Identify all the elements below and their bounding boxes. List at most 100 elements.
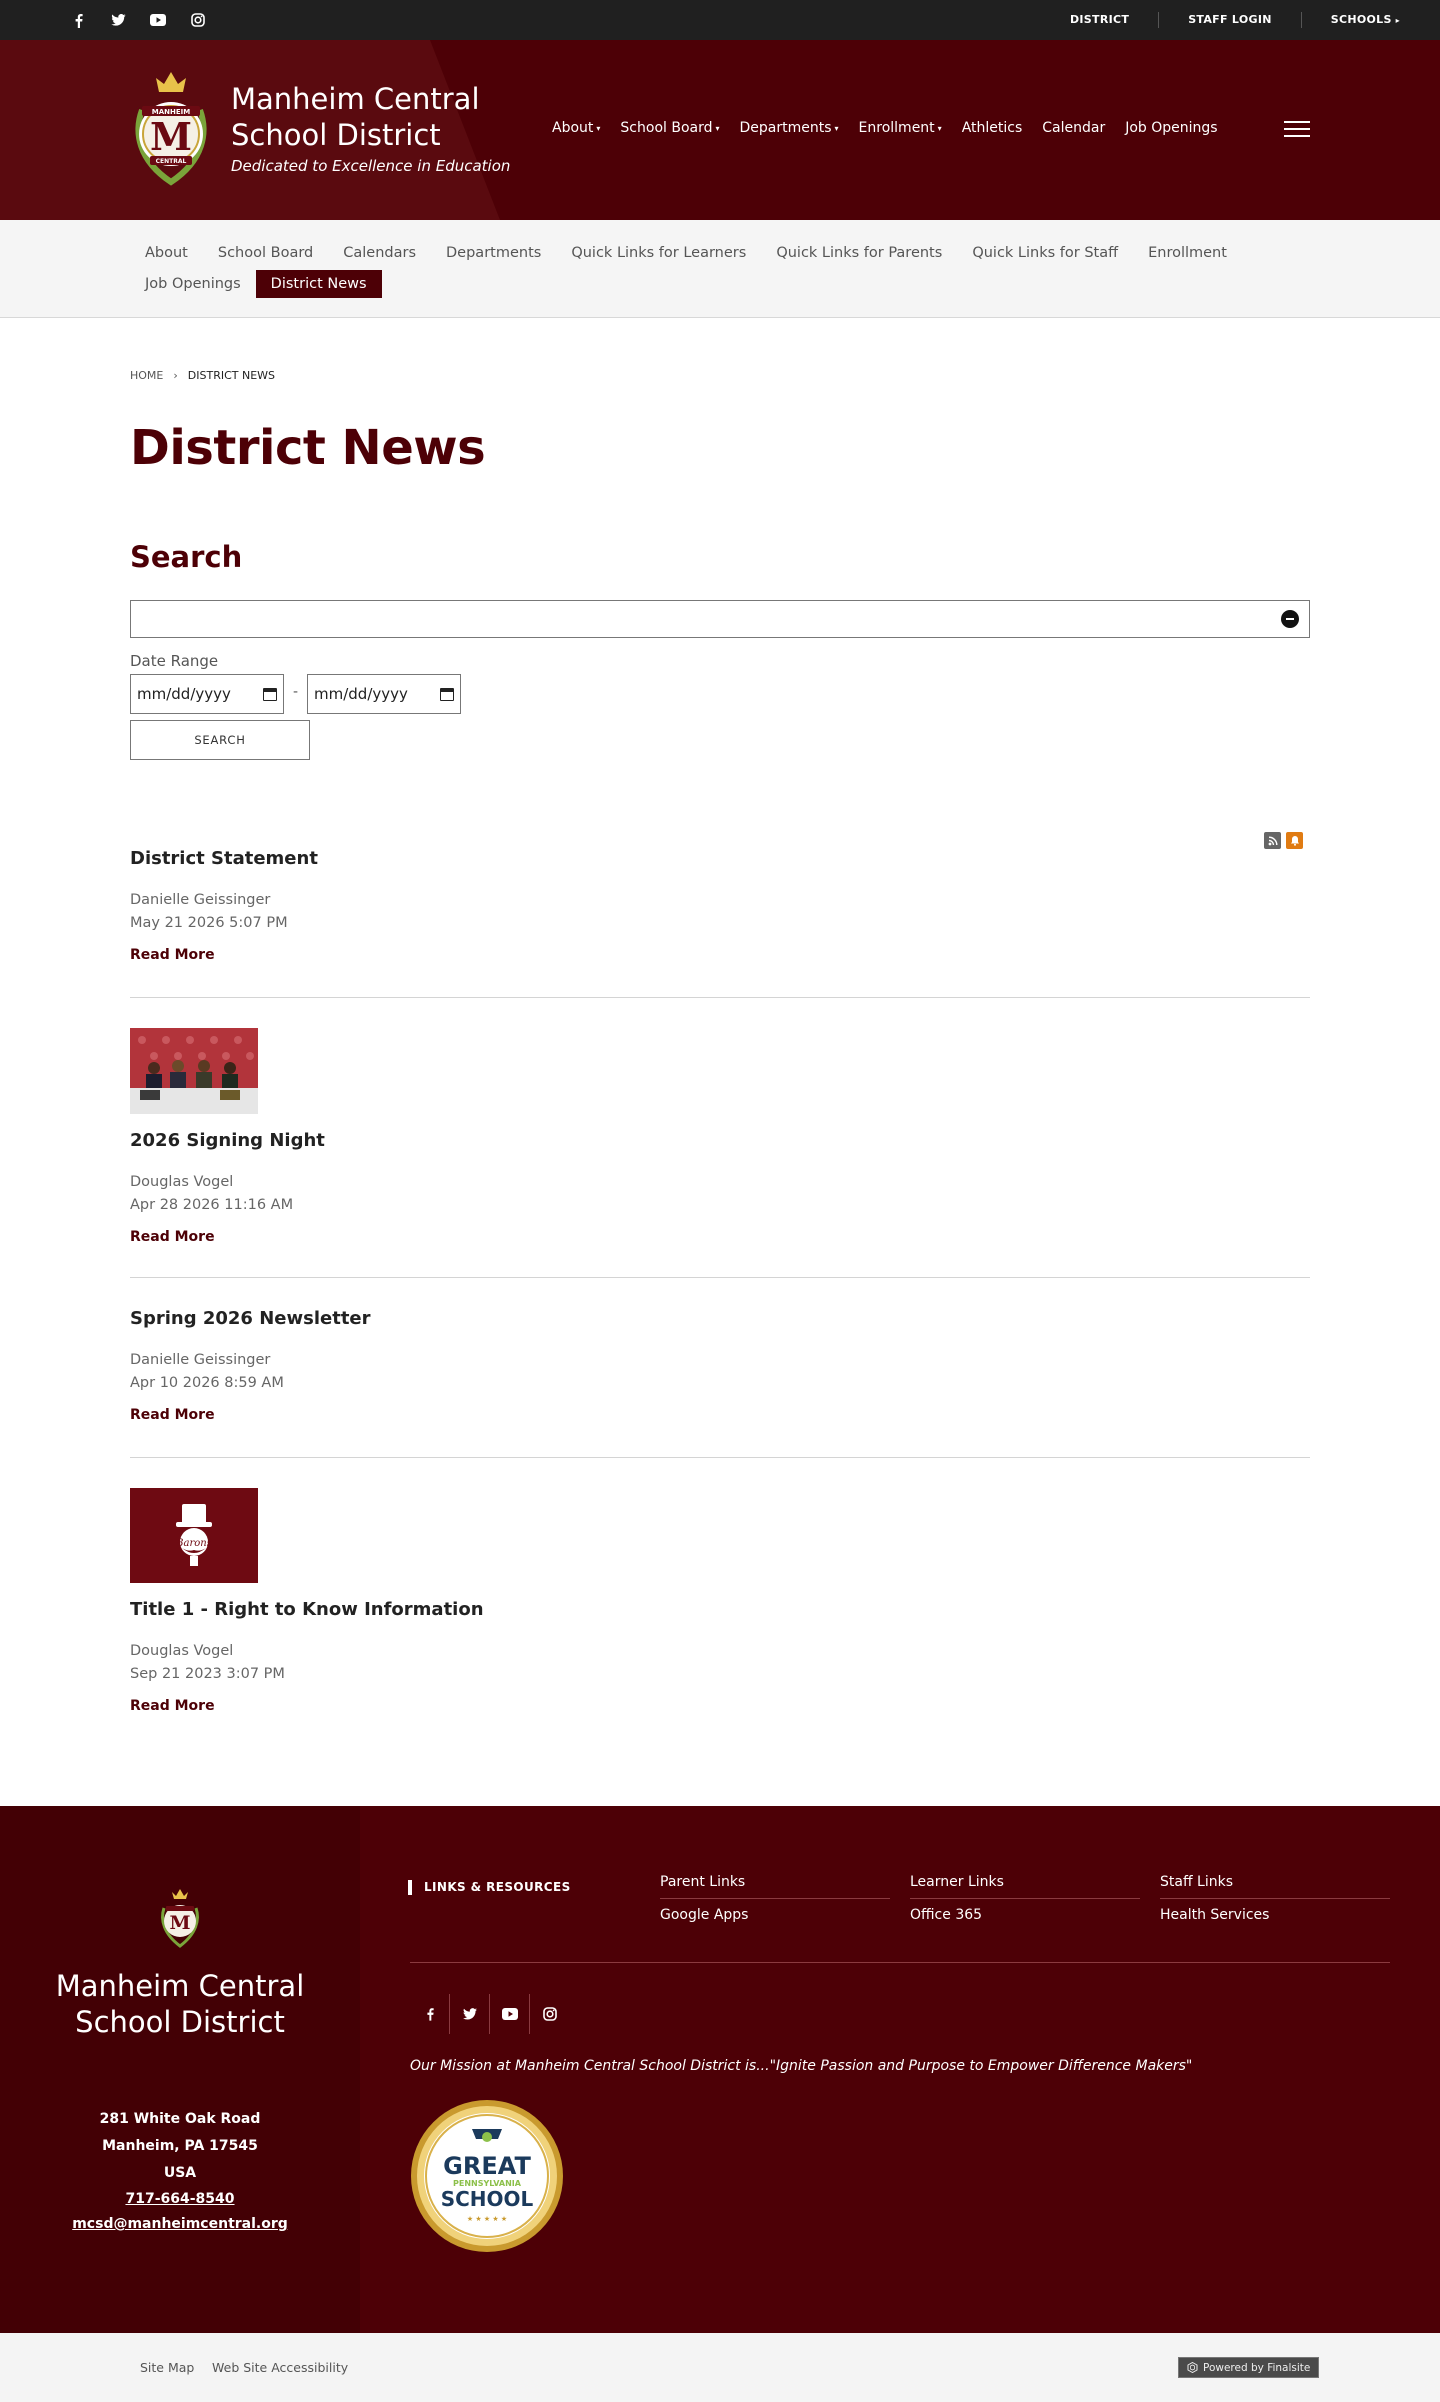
- search-button[interactable]: SEARCH: [130, 720, 310, 760]
- address-line1: 281 White Oak Road: [99, 2111, 261, 2127]
- youtube-icon[interactable]: [138, 0, 178, 40]
- date-from-input[interactable]: mm/dd/yyyy: [130, 674, 284, 714]
- subnav-calendars[interactable]: Calendars: [328, 239, 431, 267]
- read-more-link[interactable]: Read More: [130, 1229, 215, 1245]
- footer-address: 281 White Oak Road Manheim, PA 17545 USA…: [0, 2106, 360, 2237]
- youtube-icon[interactable]: [490, 1994, 530, 2034]
- schools-label: SCHOOLS: [1330, 12, 1392, 26]
- powered-by-finalsite-badge[interactable]: Powered by Finalsite: [1178, 2357, 1320, 2378]
- subnav-enrollment[interactable]: Enrollment: [1133, 239, 1242, 267]
- news-post: District Statement Danielle Geissinger M…: [130, 848, 1310, 963]
- footer-link-staff-links[interactable]: Staff Links: [1160, 1866, 1390, 1899]
- subnav-quick-links-staff[interactable]: Quick Links for Staff: [957, 239, 1133, 267]
- subnav-row: About School Board Calendars Departments…: [130, 239, 1242, 267]
- date-range-label: Date Range: [130, 652, 219, 670]
- breadcrumb-current: DISTRICT NEWS: [187, 369, 276, 382]
- clear-search-icon[interactable]: [1281, 610, 1299, 628]
- footer-link-health-services[interactable]: Health Services: [1160, 1899, 1390, 1931]
- nav-about[interactable]: About ▾: [552, 120, 600, 136]
- district-crest-logo[interactable]: M MANHEIM CENTRAL: [128, 70, 214, 186]
- facebook-icon[interactable]: [58, 0, 98, 40]
- post-author: Douglas Vogel: [130, 1643, 234, 1659]
- instagram-icon[interactable]: [178, 0, 218, 40]
- read-more-link[interactable]: Read More: [130, 1698, 215, 1714]
- search-heading: Search: [130, 540, 243, 574]
- nav-enrollment-label: Enrollment: [858, 120, 935, 136]
- chevron-right-icon: ›: [173, 369, 178, 382]
- calendar-icon[interactable]: [263, 687, 277, 701]
- subnav-school-board[interactable]: School Board: [203, 239, 328, 267]
- great-pennsylvania-school-badge[interactable]: GREAT PENNSYLVANIA SCHOOL ★ ★ ★ ★ ★: [410, 2099, 564, 2253]
- read-more-link[interactable]: Read More: [130, 1407, 215, 1423]
- subnav-departments[interactable]: Departments: [431, 239, 556, 267]
- site-name-line2: School District: [231, 118, 441, 152]
- post-author: Danielle Geissinger: [130, 892, 271, 908]
- subnav-quick-links-parents[interactable]: Quick Links for Parents: [761, 239, 957, 267]
- svg-text:M: M: [150, 114, 192, 159]
- nav-school-board[interactable]: School Board ▾: [620, 120, 719, 136]
- footer-link-google-apps[interactable]: Google Apps: [660, 1899, 890, 1931]
- caret-down-icon: ▾: [834, 123, 839, 133]
- nav-job-openings[interactable]: Job Openings: [1125, 120, 1217, 136]
- subnav-about[interactable]: About: [130, 239, 203, 267]
- site-map-link[interactable]: Site Map: [140, 2360, 194, 2375]
- twitter-icon[interactable]: [450, 1994, 490, 2034]
- main-navigation: About ▾ School Board ▾ Departments ▾ Enroll…: [552, 120, 1238, 136]
- barons-logo-thumbnail[interactable]: Barons: [130, 1488, 258, 1583]
- post-title[interactable]: District Statement: [130, 848, 1310, 869]
- phone-link[interactable]: 717-664-8540: [0, 2187, 360, 2212]
- caret-down-icon: ▾: [715, 123, 720, 133]
- site-name[interactable]: Manheim Central School District: [231, 81, 480, 153]
- calendar-icon[interactable]: [440, 687, 454, 701]
- subnav-quick-links-learners[interactable]: Quick Links for Learners: [556, 239, 761, 267]
- staff-login-link[interactable]: STAFF LOGIN: [1159, 12, 1302, 28]
- instagram-icon[interactable]: [530, 1994, 570, 2034]
- read-more-link[interactable]: Read More: [130, 947, 215, 963]
- date-from-placeholder: mm/dd/yyyy: [137, 685, 231, 703]
- subnav-job-openings[interactable]: Job Openings: [130, 270, 256, 298]
- site-footer: M Manheim Central School District 281 Wh…: [0, 1806, 1440, 2333]
- footer-link-parent-links[interactable]: Parent Links: [660, 1866, 890, 1899]
- district-link[interactable]: DISTRICT: [1041, 12, 1160, 28]
- email-link[interactable]: mcsd@manheimcentral.org: [0, 2212, 360, 2237]
- rss-icon[interactable]: [1264, 832, 1281, 849]
- menu-hamburger-icon[interactable]: [1284, 121, 1310, 139]
- post-title[interactable]: Title 1 - Right to Know Information: [130, 1599, 1310, 1620]
- subnav-district-news[interactable]: District News: [255, 270, 382, 298]
- subnav-row: Job Openings District News: [130, 270, 382, 298]
- site-header: M MANHEIM CENTRAL Manheim Central School…: [0, 40, 1440, 220]
- svg-text:GREAT: GREAT: [443, 2152, 531, 2180]
- footer-link-learner-links[interactable]: Learner Links: [910, 1866, 1140, 1899]
- svg-text:MANHEIM: MANHEIM: [152, 108, 190, 116]
- notification-bell-icon[interactable]: [1286, 832, 1303, 849]
- nav-athletics[interactable]: Athletics: [962, 120, 1023, 136]
- top-social-links: [58, 0, 218, 40]
- nav-departments[interactable]: Departments ▾: [740, 120, 839, 136]
- search-input[interactable]: [131, 601, 1309, 637]
- site-name-line1: Manheim Central: [231, 82, 480, 116]
- section-subnav: About School Board Calendars Departments…: [0, 220, 1440, 318]
- breadcrumb-home[interactable]: HOME: [130, 369, 163, 382]
- nav-enrollment[interactable]: Enrollment ▾: [859, 120, 942, 136]
- nav-school-board-label: School Board: [620, 120, 713, 136]
- signing-night-thumbnail[interactable]: [130, 1028, 258, 1114]
- footer-link-office-365[interactable]: Office 365: [910, 1899, 1140, 1931]
- post-date: May 21 2026 5:07 PM: [130, 915, 288, 931]
- date-to-input[interactable]: mm/dd/yyyy: [307, 674, 461, 714]
- search-field: [130, 600, 1310, 638]
- nav-calendar[interactable]: Calendar: [1042, 120, 1105, 136]
- news-post: Spring 2026 Newsletter Danielle Geissing…: [130, 1308, 1310, 1423]
- footer-name-line2: School District: [75, 2005, 285, 2039]
- svg-text:★ ★ ★ ★ ★: ★ ★ ★ ★ ★: [467, 2215, 507, 2223]
- post-title[interactable]: 2026 Signing Night: [130, 1130, 1310, 1151]
- post-date: Sep 21 2023 3:07 PM: [130, 1666, 285, 1682]
- page-title: District News: [130, 420, 486, 476]
- powered-by-label: Powered by Finalsite: [1203, 2361, 1311, 2374]
- twitter-icon[interactable]: [98, 0, 138, 40]
- post-title[interactable]: Spring 2026 Newsletter: [130, 1308, 1310, 1329]
- footer-contact-panel: M Manheim Central School District 281 Wh…: [0, 1806, 360, 2333]
- accessibility-link[interactable]: Web Site Accessibility: [212, 2360, 348, 2375]
- facebook-icon[interactable]: [410, 1994, 450, 2034]
- footer-crest-logo[interactable]: M: [158, 1888, 202, 1948]
- schools-dropdown[interactable]: SCHOOLS ▸: [1302, 12, 1400, 29]
